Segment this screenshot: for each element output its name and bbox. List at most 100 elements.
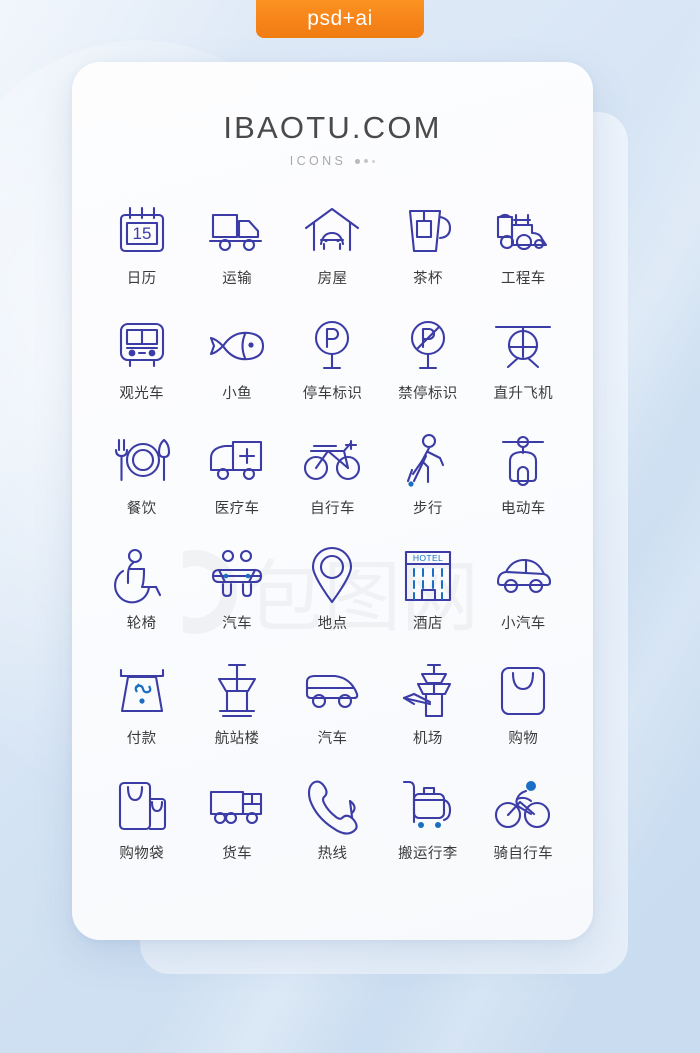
icon-label: 购物袋 <box>119 846 165 862</box>
tram-icon <box>116 317 168 375</box>
icon-cell-transport[interactable]: 运输 <box>189 202 284 299</box>
icon-label: 电动车 <box>500 501 546 517</box>
icon-cell-luggage-cart[interactable]: 搬运行李 <box>380 777 475 874</box>
brand-header: IBAOTU.COM ICONS <box>72 110 593 168</box>
icon-cell-parking-sign[interactable]: 停车标识 <box>285 317 380 414</box>
icon-cell-engineering-car[interactable]: 工程车 <box>476 202 571 299</box>
locomotive-icon <box>494 202 552 260</box>
icon-cell-calendar[interactable]: 15 日历 <box>94 202 189 299</box>
map-pin-icon <box>310 547 354 605</box>
icon-cell-airport[interactable]: 机场 <box>380 662 475 759</box>
helicopter-icon <box>494 317 552 375</box>
icon-label: 日历 <box>126 271 157 287</box>
icon-label: 步行 <box>412 501 443 517</box>
cargo-truck-icon <box>208 777 266 835</box>
format-badge-label: psd+ai <box>307 7 373 30</box>
walking-person-icon <box>402 432 454 490</box>
icon-cell-shopping-bags[interactable]: 购物袋 <box>94 777 189 874</box>
icon-cell-electric-scooter[interactable]: 电动车 <box>476 432 571 529</box>
icon-grid: 15 日历 运输 房屋 茶杯 工程车 观光车 小鱼 停车标识 禁停标识 直升飞机… <box>94 202 571 874</box>
icon-cell-teacup[interactable]: 茶杯 <box>380 202 475 299</box>
icon-label: 付款 <box>126 731 157 747</box>
two-bags-icon <box>115 777 169 835</box>
icon-label: 搬运行李 <box>398 846 458 862</box>
icon-label: 购物 <box>508 731 539 747</box>
van-icon <box>303 662 361 720</box>
truck-icon <box>209 202 265 260</box>
icon-label: 医疗车 <box>214 501 260 517</box>
icon-label: 运输 <box>222 271 252 287</box>
icon-label: 航站楼 <box>214 731 260 747</box>
shopping-bag-icon <box>499 662 547 720</box>
icon-label: 自行车 <box>310 501 355 517</box>
icon-label: 汽车 <box>222 616 252 632</box>
scooter-front-icon <box>498 432 548 490</box>
icon-label: 茶杯 <box>412 271 443 287</box>
bicycle-icon <box>303 432 361 490</box>
atm-payment-icon <box>115 662 169 720</box>
icon-label: 轮椅 <box>126 616 157 632</box>
icon-label: 机场 <box>412 731 443 747</box>
icon-cell-helicopter[interactable]: 直升飞机 <box>476 317 571 414</box>
calendar-icon: 15 <box>115 202 169 260</box>
telephone-handset-icon <box>306 777 359 835</box>
icon-cell-ambulance[interactable]: 医疗车 <box>189 432 284 529</box>
cyclist-icon <box>494 777 552 835</box>
ambulance-icon <box>209 432 265 490</box>
icon-cell-payment[interactable]: 付款 <box>94 662 189 759</box>
icon-label: 小汽车 <box>500 616 546 632</box>
luggage-cart-icon <box>400 777 456 835</box>
icon-label: 骑自行车 <box>493 846 554 862</box>
icon-cell-walking[interactable]: 步行 <box>380 432 475 529</box>
page-title: IBAOTU.COM <box>223 110 442 145</box>
parking-sign-icon <box>308 317 356 375</box>
control-tower-icon <box>211 662 263 720</box>
hotel-sign-text: HOTEL <box>413 553 443 563</box>
icon-cell-no-parking-sign[interactable]: 禁停标识 <box>380 317 475 414</box>
car-top-view-icon <box>209 547 265 605</box>
no-parking-sign-icon <box>404 317 452 375</box>
cutlery-plate-icon <box>114 432 170 490</box>
icon-label: 餐饮 <box>126 501 157 517</box>
page-subtitle: ICONS <box>72 154 593 168</box>
icon-cell-terminal[interactable]: 航站楼 <box>189 662 284 759</box>
car-side-icon <box>494 547 552 605</box>
subtitle-dots-icon <box>355 158 376 164</box>
fish-icon <box>209 317 265 375</box>
icon-label: 货车 <box>222 846 252 862</box>
icon-label: 观光车 <box>119 386 165 402</box>
icon-cell-bicycle[interactable]: 自行车 <box>285 432 380 529</box>
format-badge: psd+ai <box>256 0 424 38</box>
icon-label: 禁停标识 <box>398 386 458 402</box>
garage-house-icon <box>304 202 360 260</box>
icon-label: 汽车 <box>317 731 348 747</box>
teacup-icon <box>402 202 454 260</box>
icon-cell-dining[interactable]: 餐饮 <box>94 432 189 529</box>
wheelchair-icon <box>113 547 168 605</box>
icon-cell-hotline[interactable]: 热线 <box>285 777 380 874</box>
icon-cell-wheelchair[interactable]: 轮椅 <box>94 547 189 644</box>
icon-label: 小鱼 <box>222 386 252 402</box>
page-subtitle-text: ICONS <box>289 154 347 168</box>
icon-cell-location[interactable]: 地点 <box>285 547 380 644</box>
icon-label: 停车标识 <box>302 386 363 402</box>
icon-cell-ride-bicycle[interactable]: 骑自行车 <box>476 777 571 874</box>
hotel-building-icon: HOTEL <box>402 547 454 605</box>
icon-label: 房屋 <box>317 271 348 287</box>
icon-cell-van[interactable]: 汽车 <box>285 662 380 759</box>
icon-cell-small-fish[interactable]: 小鱼 <box>189 317 284 414</box>
icon-cell-sightseeing-bus[interactable]: 观光车 <box>94 317 189 414</box>
icon-label: 酒店 <box>412 616 443 632</box>
icon-cell-freight-truck[interactable]: 货车 <box>189 777 284 874</box>
icon-cell-hotel[interactable]: HOTEL 酒店 <box>380 547 475 644</box>
icon-cell-house[interactable]: 房屋 <box>285 202 380 299</box>
icon-label: 直升飞机 <box>493 386 554 402</box>
airport-tower-icon <box>400 662 456 720</box>
icon-set-card: 包图网 IBAOTU.COM ICONS 15 日历 运输 房屋 茶杯 工程车 … <box>72 62 593 940</box>
icon-cell-small-car[interactable]: 小汽车 <box>476 547 571 644</box>
icon-label: 工程车 <box>500 271 546 287</box>
icon-label: 地点 <box>317 616 348 632</box>
icon-cell-shopping[interactable]: 购物 <box>476 662 571 759</box>
calendar-day-value: 15 <box>132 224 151 243</box>
icon-cell-car-top[interactable]: 汽车 <box>189 547 284 644</box>
